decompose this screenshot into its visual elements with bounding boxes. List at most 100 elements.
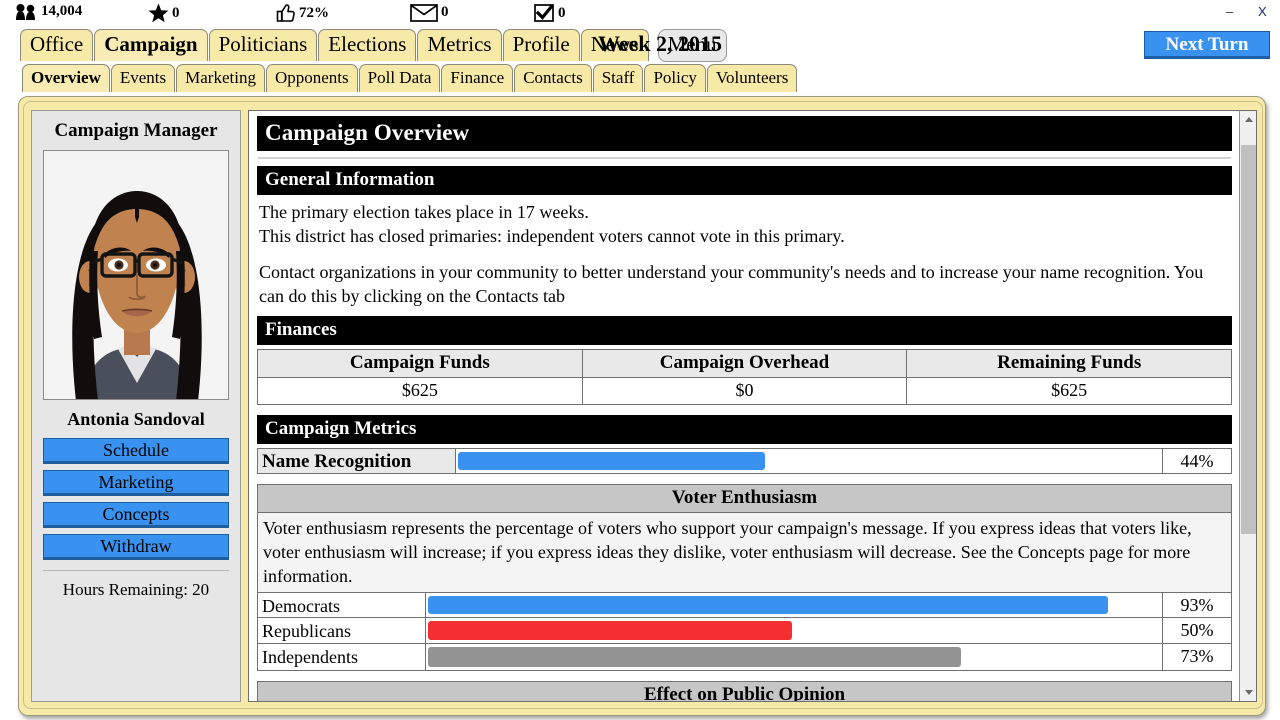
subtab-policy[interactable]: Policy [644, 64, 705, 92]
finances-table: Campaign Funds Campaign Overhead Remaini… [257, 349, 1232, 405]
independents-value: 73% [1163, 644, 1231, 670]
status-stars: 0 [148, 3, 180, 23]
name-recognition-label: Name Recognition [258, 449, 456, 473]
finances-heading: Finances [257, 316, 1232, 345]
voter-enthusiasm-heading: Voter Enthusiasm [258, 485, 1231, 513]
republicans-value: 50% [1163, 618, 1231, 643]
status-mail: 0 [410, 3, 449, 22]
avatar [44, 151, 229, 400]
democrats-label: Democrats [258, 593, 426, 617]
subtab-overview[interactable]: Overview [22, 64, 110, 92]
tab-profile[interactable]: Profile [503, 29, 580, 61]
main-panel: Campaign Manager [18, 96, 1266, 716]
subtab-finance[interactable]: Finance [441, 64, 513, 92]
subtab-staff[interactable]: Staff [593, 64, 644, 92]
enthusiasm-row-democrats[interactable]: Democrats 93% [258, 592, 1231, 618]
enthusiasm-row-republicans[interactable]: Republicans 50% [258, 618, 1231, 644]
enthusiasm-row-independents[interactable]: Independents 73% [258, 644, 1231, 670]
democrats-fill [428, 596, 1108, 614]
star-icon [148, 3, 169, 23]
scrollbar-thumb[interactable] [1241, 145, 1256, 534]
content-scrollbar[interactable] [1239, 111, 1256, 701]
subtab-poll-data[interactable]: Poll Data [359, 64, 441, 92]
tab-politicians[interactable]: Politicians [209, 29, 318, 61]
name-recognition-track [456, 449, 1163, 473]
tab-metrics[interactable]: Metrics [417, 29, 501, 61]
independents-label: Independents [258, 644, 426, 670]
tab-campaign[interactable]: Campaign [94, 29, 207, 61]
concepts-button[interactable]: Concepts [43, 502, 229, 528]
scroll-up-button[interactable] [1240, 111, 1257, 128]
name-recognition-row[interactable]: Name Recognition 44% [257, 448, 1232, 474]
content-scroll-viewport: Campaign Overview General Information Th… [249, 111, 1240, 702]
withdraw-button[interactable]: Withdraw [43, 534, 229, 560]
scroll-down-button[interactable] [1240, 684, 1257, 701]
status-tasks: 0 [534, 3, 566, 23]
voter-enthusiasm-section: Voter Enthusiasm Voter enthusiasm repres… [257, 484, 1232, 671]
republicans-track [426, 618, 1163, 643]
manager-name: Antonia Sandoval [32, 400, 240, 438]
campaign-metrics-heading: Campaign Metrics [257, 415, 1232, 444]
envelope-icon [410, 3, 438, 22]
name-recognition-value: 44% [1163, 449, 1231, 473]
tab-news[interactable]: News [581, 29, 649, 61]
title-divider [258, 157, 1231, 159]
table-header-row: Campaign Funds Campaign Overhead Remaini… [258, 350, 1232, 378]
public-opinion-heading: Effect on Public Opinion [258, 682, 1231, 702]
val-campaign-funds: $625 [258, 378, 583, 405]
manager-portrait [43, 150, 229, 400]
col-remaining-funds: Remaining Funds [907, 350, 1232, 378]
subtab-events[interactable]: Events [111, 64, 175, 92]
subtab-volunteers[interactable]: Volunteers [707, 64, 797, 92]
voter-enthusiasm-description: Voter enthusiasm represents the percenta… [258, 513, 1231, 592]
status-approval: 72% [276, 3, 329, 23]
thumbs-up-icon [276, 3, 296, 23]
status-population: 14,004 [14, 3, 82, 20]
democrats-value: 93% [1163, 593, 1231, 617]
tab-elections[interactable]: Elections [318, 29, 416, 61]
close-button[interactable]: X [1258, 6, 1267, 18]
general-info-line1: The primary election takes place in 17 w… [257, 195, 1232, 224]
subtab-contacts[interactable]: Contacts [514, 64, 592, 92]
next-turn-button[interactable]: Next Turn [1144, 31, 1270, 59]
campaign-manager-sidebar: Campaign Manager [31, 110, 241, 702]
general-info-line3: Contact organizations in your community … [257, 248, 1232, 308]
independents-fill [428, 647, 961, 667]
tasks-value: 0 [558, 5, 566, 22]
republicans-fill [428, 621, 792, 640]
independents-track [426, 644, 1163, 670]
approval-value: 72% [299, 5, 329, 22]
republicans-label: Republicans [258, 618, 426, 643]
hours-remaining: Hours Remaining: 20 [32, 571, 240, 600]
subtab-opponents[interactable]: Opponents [266, 64, 358, 92]
general-info-line2: This district has closed primaries: inde… [257, 224, 1232, 248]
checkbox-icon [534, 3, 555, 23]
val-campaign-overhead: $0 [582, 378, 907, 405]
status-bar: 14,004 0 72% 0 [0, 0, 1280, 30]
people-icon [14, 3, 38, 20]
chevron-down-icon [1245, 690, 1253, 695]
sidebar-title: Campaign Manager [32, 111, 240, 150]
minimize-button[interactable]: – [1226, 6, 1233, 18]
marketing-button[interactable]: Marketing [43, 470, 229, 496]
chevron-up-icon [1245, 117, 1253, 122]
col-campaign-overhead: Campaign Overhead [582, 350, 907, 378]
page-title: Campaign Overview [257, 116, 1232, 151]
schedule-button[interactable]: Schedule [43, 438, 229, 464]
stars-value: 0 [172, 5, 180, 22]
table-row: $625 $0 $625 [258, 378, 1232, 405]
primary-tab-bar: Office Campaign Politicians Elections Me… [0, 29, 1280, 62]
secondary-tab-bar: Overview Events Marketing Opponents Poll… [0, 64, 1280, 97]
val-remaining-funds: $625 [907, 378, 1232, 405]
mail-value: 0 [441, 4, 449, 21]
content-area: Campaign Overview General Information Th… [248, 110, 1257, 702]
main-panel-inner: Campaign Manager [23, 101, 1263, 709]
population-value: 14,004 [41, 3, 82, 20]
col-campaign-funds: Campaign Funds [258, 350, 583, 378]
subtab-marketing[interactable]: Marketing [176, 64, 265, 92]
democrats-track [426, 593, 1163, 617]
public-opinion-section[interactable]: Effect on Public Opinion This chart show… [257, 681, 1232, 702]
menu-button[interactable]: Menu [658, 29, 727, 62]
general-information-heading: General Information [257, 166, 1232, 195]
tab-office[interactable]: Office [20, 29, 93, 61]
